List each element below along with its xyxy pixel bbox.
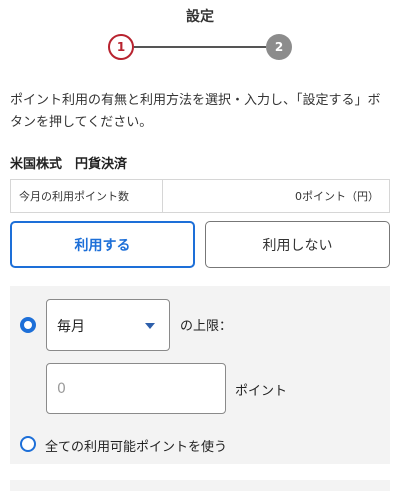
all-points-option-radio[interactable] xyxy=(20,436,36,452)
monthly-points-label: 今月の利用ポイント数 xyxy=(11,180,163,212)
limit-label: の上限： xyxy=(180,319,233,334)
all-points-option-label[interactable]: 全ての利用可能ポイントを使う xyxy=(45,436,227,455)
point-amount-input[interactable] xyxy=(46,363,226,414)
dropdown-caret-icon xyxy=(145,323,155,329)
period-select[interactable]: 毎月 xyxy=(46,299,170,351)
page-title: 設定 xyxy=(186,9,214,25)
limit-option-radio[interactable] xyxy=(20,317,36,333)
usage-options-panel: 毎月 の上限： ポイント 全ての利用可能ポイントを使う xyxy=(10,286,390,464)
no-use-points-button[interactable]: 利用しない xyxy=(205,221,390,268)
period-select-value: 毎月 xyxy=(57,319,85,335)
step-2-indicator: 2 xyxy=(266,34,292,60)
monthly-points-value: 0ポイント（円） xyxy=(295,190,379,203)
stepper-connector-line xyxy=(134,46,266,48)
instruction-text: ポイント利用の有無と利用方法を選択・入力し、「設定する」ボタンを押してください。 xyxy=(10,93,381,130)
next-section-panel xyxy=(10,480,390,491)
monthly-points-table: 今月の利用ポイント数 0ポイント（円） xyxy=(10,179,390,213)
settings-page: 設定 1 2 ポイント利用の有無と利用方法を選択・入力し、「設定する」ボタンを押… xyxy=(0,0,400,491)
step-1-indicator: 1 xyxy=(108,34,134,60)
point-unit-label: ポイント xyxy=(235,384,288,399)
section-title: 米国株式 円貨決済 xyxy=(10,157,128,172)
use-points-button[interactable]: 利用する xyxy=(10,221,195,268)
progress-stepper: 1 2 xyxy=(108,34,292,60)
